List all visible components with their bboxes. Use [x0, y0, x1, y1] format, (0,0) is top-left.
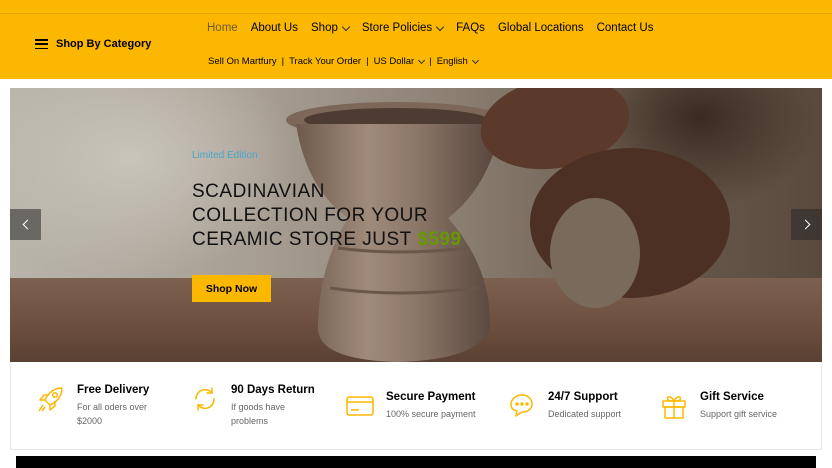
- next-slide-button[interactable]: [791, 209, 822, 240]
- hero-kicker: Limited Edition: [192, 150, 258, 161]
- feature-desc-line: For all oders over: [77, 402, 148, 412]
- separator: |: [366, 56, 369, 67]
- shop-by-category-button[interactable]: Shop By Category: [35, 38, 151, 50]
- chevron-right-icon: [800, 219, 810, 230]
- track-order-link[interactable]: Track Your Order: [289, 56, 361, 67]
- nav-home[interactable]: Home: [207, 22, 238, 34]
- nav-contact-us-label: Contact Us: [596, 22, 654, 34]
- feature-description: Support gift service: [700, 407, 777, 421]
- language-selector[interactable]: English: [436, 56, 479, 67]
- hero-title-line-with-price: CERAMIC STORE JUST $599: [192, 228, 462, 252]
- feature-desc-line: problems: [231, 416, 269, 426]
- feature-description: For all oders over $2000: [77, 400, 149, 428]
- separator: |: [281, 56, 285, 67]
- chevron-down-icon: [341, 22, 351, 31]
- feature-90-days-return: 90 Days Return If goods have problems: [190, 384, 315, 428]
- nav-store-policies-label: Store Policies: [361, 22, 433, 34]
- feature-title: Free Delivery: [77, 384, 150, 396]
- chevron-down-icon: [435, 22, 445, 31]
- currency-label: US Dollar: [373, 56, 415, 67]
- track-order-label: Track Your Order: [289, 56, 362, 67]
- rocket-icon: [38, 387, 63, 412]
- hero-price: $599: [417, 229, 462, 250]
- feature-title: Secure Payment: [386, 391, 476, 403]
- chevron-down-icon: [471, 56, 479, 64]
- shop-now-button[interactable]: Shop Now: [192, 275, 271, 302]
- credit-card-icon: [346, 396, 374, 416]
- feature-title: Gift Service: [700, 391, 764, 403]
- nav-shop-label: Shop: [311, 22, 338, 34]
- hero-title: SCADINAVIAN COLLECTION FOR YOUR CERAMIC …: [192, 180, 462, 252]
- header-divider: [0, 13, 832, 14]
- nav-home-label: Home: [207, 22, 238, 34]
- hero-title-line: CERAMIC STORE JUST: [192, 229, 412, 250]
- nav-shop[interactable]: Shop: [311, 22, 351, 34]
- feature-desc-line: Support gift service: [700, 409, 778, 419]
- refresh-icon: [195, 387, 215, 411]
- feature-desc-line: If goods have: [231, 402, 286, 412]
- nav-about-us[interactable]: About Us: [251, 22, 298, 34]
- top-utility-bar: Sell On Martfury | Track Your Order | US…: [208, 56, 479, 67]
- feature-description: If goods have problems: [231, 400, 315, 428]
- feature-desc-line: Dedicated support: [548, 409, 622, 419]
- hand-image: [550, 198, 640, 308]
- shop-by-category-label: Shop By Category: [56, 38, 152, 50]
- feature-free-delivery: Free Delivery For all oders over $2000: [36, 384, 149, 428]
- nav-store-policies[interactable]: Store Policies: [361, 22, 445, 34]
- nav-faqs[interactable]: FAQs: [456, 22, 485, 34]
- feature-secure-payment: Secure Payment 100% secure payment: [345, 391, 476, 421]
- hero-title-line: COLLECTION FOR YOUR: [192, 205, 429, 226]
- feature-desc-line: 100% secure payment: [386, 409, 476, 419]
- nav-contact-us[interactable]: Contact Us: [597, 22, 654, 34]
- language-label: English: [436, 56, 468, 67]
- nav-faqs-label: FAQs: [456, 22, 485, 34]
- chat-support-icon: [510, 394, 533, 417]
- chevron-left-icon: [22, 219, 32, 230]
- chevron-down-icon: [418, 56, 426, 64]
- hero-title-line: SCADINAVIAN: [192, 181, 325, 202]
- hamburger-menu-icon: [35, 39, 48, 49]
- bottom-banner-strip: [16, 456, 816, 468]
- nav-global-locations-label: Global Locations: [497, 22, 584, 34]
- feature-desc-line: $2000: [77, 416, 103, 426]
- currency-selector[interactable]: US Dollar: [373, 56, 426, 67]
- nav-global-locations[interactable]: Global Locations: [498, 22, 584, 34]
- sell-on-label: Sell On Martfury: [208, 56, 277, 67]
- feature-description: Dedicated support: [548, 407, 621, 421]
- feature-gift-service: Gift Service Support gift service: [659, 391, 777, 421]
- nav-about-us-label: About Us: [250, 22, 298, 34]
- previous-slide-button[interactable]: [10, 209, 41, 240]
- sell-on-link[interactable]: Sell On Martfury: [208, 56, 277, 67]
- feature-description: 100% secure payment: [386, 407, 476, 421]
- feature-24-7-support: 24/7 Support Dedicated support: [507, 391, 621, 421]
- main-navigation: Home About Us Shop Store Policies FAQs G…: [207, 22, 654, 34]
- site-header: Shop By Category Home About Us Shop Stor…: [0, 0, 832, 79]
- feature-title: 24/7 Support: [548, 391, 618, 403]
- feature-title: 90 Days Return: [231, 384, 315, 396]
- separator: |: [429, 56, 432, 67]
- gift-icon: [662, 396, 686, 419]
- features-bar: Free Delivery For all oders over $2000 90…: [10, 362, 822, 450]
